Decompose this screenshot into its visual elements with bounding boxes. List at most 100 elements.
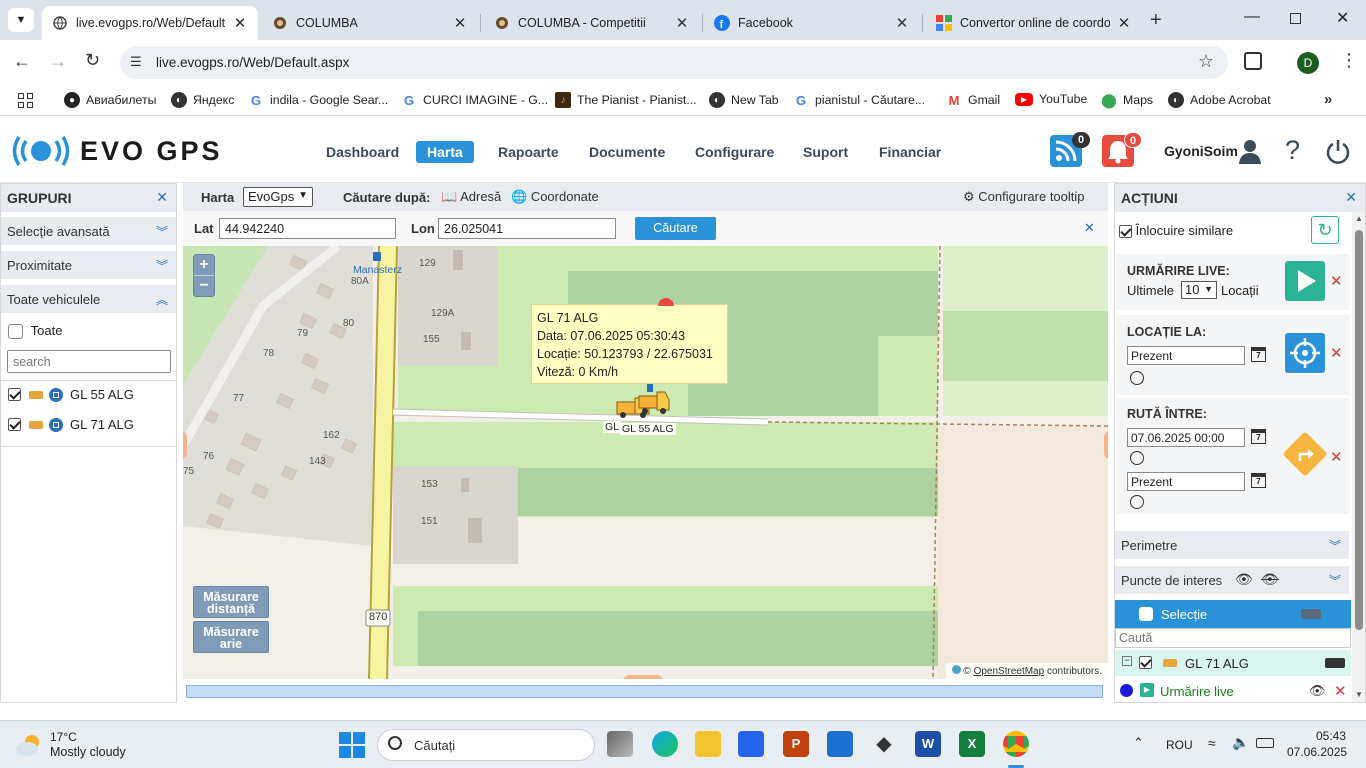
calendar-icon[interactable]: 7 (1251, 429, 1266, 444)
input-language[interactable]: ROU (1166, 738, 1193, 752)
route-to-input[interactable] (1127, 472, 1245, 491)
wifi-icon[interactable]: ≈ (1208, 735, 1216, 751)
collapse-bottom-handle[interactable] (623, 675, 663, 679)
selection-checkbox[interactable] (1139, 607, 1153, 621)
collapse-left-handle[interactable] (183, 431, 187, 459)
close-icon[interactable]: ✕ (1345, 189, 1357, 206)
openstreetmap-link[interactable]: OpenStreetMap (974, 666, 1045, 677)
accordion-all-vehicles[interactable]: Toate vehiculele ︽ (1, 285, 176, 313)
excel-icon[interactable]: X (959, 731, 985, 757)
vehicle-row[interactable]: GL 55 ALG (8, 387, 134, 402)
reload-icon[interactable]: ↻ (85, 50, 100, 71)
nav-rapoarte[interactable]: Rapoarte (487, 141, 570, 163)
replace-similar-checkbox[interactable] (1119, 225, 1132, 239)
select-all-row[interactable]: Toate (8, 323, 62, 340)
extensions-icon[interactable] (1244, 52, 1262, 70)
collapse-right-handle[interactable] (1104, 431, 1108, 459)
tooltip-config-button[interactable]: ⚙ Configurare tooltip (963, 189, 1085, 205)
coordinates-search-option[interactable]: 🌐 Coordonate (511, 189, 599, 205)
close-icon[interactable]: ✕ (232, 14, 248, 32)
bookmark-item[interactable]: ● Авиабилеты (64, 92, 156, 108)
live-count-select[interactable]: 10 ▼ (1181, 281, 1217, 299)
browser-tab-columba[interactable]: COLUMBA ✕ (262, 6, 478, 40)
remove-icon[interactable]: ✕ (1330, 344, 1343, 362)
forward-icon[interactable]: → (49, 51, 67, 72)
close-icon[interactable]: ✕ (894, 14, 910, 32)
bookmark-star-icon[interactable]: ☆ (1198, 51, 1214, 72)
minimize-icon[interactable]: — (1244, 8, 1260, 26)
select-all-checkbox[interactable] (8, 324, 23, 340)
scrollbar-thumb[interactable] (1355, 230, 1363, 630)
tray-chevron-up-icon[interactable]: ⌃ (1133, 735, 1144, 751)
clock-icon[interactable] (1130, 495, 1144, 509)
clear-selection-icon[interactable] (1301, 609, 1321, 619)
clock-icon[interactable] (1130, 451, 1144, 465)
close-icon[interactable]: ✕ (674, 14, 690, 32)
mail-icon[interactable] (827, 731, 853, 757)
calendar-icon[interactable]: 7 (1251, 473, 1266, 488)
url-text[interactable]: live.evogps.ro/Web/Default.aspx (156, 55, 349, 70)
power-icon[interactable] (1324, 137, 1352, 165)
new-tab-button[interactable]: + (1150, 9, 1162, 32)
start-button[interactable] (339, 732, 365, 758)
clock-date[interactable]: 07.06.2025 (1287, 745, 1347, 759)
remove-icon[interactable]: ✕ (1330, 448, 1343, 466)
nav-configurare[interactable]: Configurare (684, 141, 785, 163)
browser-tab-evogps[interactable]: live.evogps.ro/Web/Default.a ✕ (42, 6, 258, 40)
evo-gps-logo[interactable]: EVO GPS (12, 133, 223, 169)
eye-off-icon[interactable]: 👁 (1261, 571, 1279, 588)
address-bar[interactable]: ☰ live.evogps.ro/Web/Default.aspx ☆ (120, 46, 1228, 79)
measure-distance-button[interactable]: Măsurare distanță (193, 586, 269, 618)
bookmark-item[interactable]: G CURCI IMAGINE - G... (401, 92, 548, 108)
edge-icon[interactable] (652, 731, 678, 757)
poi-search-input[interactable] (1115, 628, 1351, 648)
truck-marker-icon[interactable] (605, 382, 675, 422)
tree-vehicle-row[interactable]: − GL 71 ALG (1115, 650, 1351, 676)
selection-header[interactable]: Selecție (1115, 600, 1351, 628)
zoom-out-button[interactable]: − (194, 276, 214, 297)
vehicle-search-input[interactable] (7, 350, 171, 373)
map-layer-select[interactable]: EvoGps ▼ (243, 187, 313, 207)
nav-suport[interactable]: Suport (792, 141, 859, 163)
bookmark-item[interactable]: Gpianistul - Căutare... (793, 92, 925, 108)
battery-icon[interactable] (1256, 738, 1274, 748)
powerpoint-icon[interactable]: P (783, 731, 809, 757)
nav-documente[interactable]: Documente (578, 141, 676, 163)
tab-search-button[interactable]: ▼ (8, 8, 34, 32)
show-location-button[interactable] (1285, 333, 1325, 373)
close-icon[interactable]: ✕ (156, 189, 168, 206)
menu-dots-icon[interactable]: ⋮ (1340, 50, 1358, 71)
restore-icon[interactable] (1290, 13, 1301, 24)
eye-icon[interactable]: 👁 (1309, 683, 1326, 699)
help-icon[interactable]: ? (1285, 135, 1300, 166)
refresh-button[interactable]: ↻ (1311, 216, 1339, 244)
dropbox-icon[interactable]: ◆ (871, 731, 897, 757)
close-icon[interactable]: ✕ (452, 14, 468, 32)
browser-tab-columba-competitii[interactable]: COLUMBA - Competitii ✕ (484, 6, 700, 40)
weather-widget[interactable]: 17°C Mostly cloudy (14, 729, 144, 761)
back-icon[interactable]: ← (13, 51, 31, 72)
nav-harta[interactable]: Harta (416, 141, 474, 163)
bookmark-item[interactable]: ◐ Яндекс (171, 92, 234, 108)
word-icon[interactable]: W (915, 731, 941, 757)
microsoft-store-icon[interactable] (738, 731, 764, 757)
start-live-button[interactable] (1285, 261, 1325, 301)
tree-vehicle-checkbox[interactable] (1139, 656, 1152, 669)
file-explorer-icon[interactable] (695, 731, 721, 757)
bookmark-item[interactable]: M Gmail (946, 92, 1001, 108)
window-close-icon[interactable]: ✕ (1336, 8, 1349, 28)
tree-live-row[interactable]: ▶ Urmărire live 👁 ✕ (1115, 678, 1351, 702)
profile-avatar[interactable]: D (1297, 52, 1319, 74)
browser-tab-facebook[interactable]: f Facebook ✕ (704, 6, 920, 40)
site-info-icon[interactable]: ☰ (130, 54, 142, 70)
clock-icon[interactable] (1130, 371, 1144, 385)
nav-dashboard[interactable]: Dashboard (315, 141, 410, 163)
tree-collapse-icon[interactable]: − (1122, 656, 1132, 666)
lon-input[interactable] (438, 218, 616, 239)
vehicle-checkbox[interactable] (8, 388, 21, 401)
bookmark-item[interactable]: Gindila - Google Sear... (248, 92, 388, 108)
clock-time[interactable]: 05:43 (1316, 729, 1346, 743)
close-icon[interactable]: ✕ (1084, 220, 1095, 236)
close-icon[interactable]: ✕ (1116, 14, 1132, 32)
bookmark-item[interactable]: ◐ Adobe Acrobat (1168, 92, 1271, 108)
